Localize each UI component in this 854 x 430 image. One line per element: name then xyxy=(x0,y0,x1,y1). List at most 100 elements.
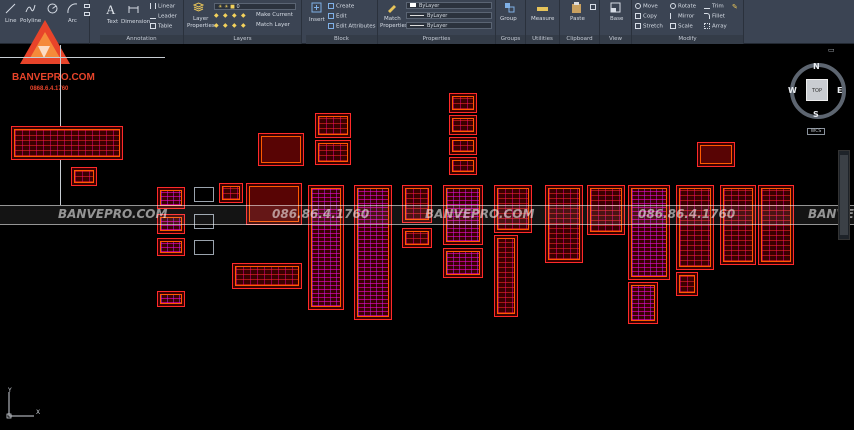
leader-icon xyxy=(150,13,156,19)
insert-label: Insert xyxy=(309,17,325,23)
annotation-panel-title[interactable]: Annotation xyxy=(100,35,183,44)
group-label: Group xyxy=(500,16,517,22)
mirror-tool[interactable]: Mirror xyxy=(670,13,694,20)
drawing-sheet[interactable] xyxy=(676,185,714,270)
layer-merge-icon[interactable]: ◆ xyxy=(241,22,246,29)
drawing-sheet[interactable] xyxy=(449,157,477,175)
crosshair-vertical xyxy=(60,45,61,205)
group-button[interactable]: Group xyxy=(498,2,522,32)
make-current-tool[interactable]: Make Current xyxy=(256,12,293,18)
drawing-sheet[interactable] xyxy=(315,113,351,138)
measure-button[interactable]: Measure xyxy=(528,2,558,32)
fillet-tool[interactable]: Fillet xyxy=(704,13,725,20)
table-tool[interactable]: Table xyxy=(150,23,172,30)
create-tool[interactable]: Create xyxy=(328,3,354,10)
layer-walk-icon[interactable]: ◆ xyxy=(232,22,237,29)
match-layer-label: Match Layer xyxy=(256,22,290,28)
stretch-tool[interactable]: Stretch xyxy=(635,23,663,30)
banvepro-logo-mark xyxy=(20,20,70,64)
insert-button[interactable]: Insert xyxy=(308,2,326,32)
ucs-x-label: X xyxy=(36,409,41,416)
layer-dropdown[interactable]: ☀ ☀ ■ 0 xyxy=(214,3,296,10)
layer-isolate-icon[interactable]: ◆ xyxy=(223,12,228,19)
drawing-sheet[interactable] xyxy=(628,185,670,280)
outline-sketch[interactable] xyxy=(194,187,214,202)
line-button[interactable]: Line xyxy=(3,3,19,27)
move-tool[interactable]: Move xyxy=(635,3,658,10)
linetype-dropdown[interactable]: ByLayer xyxy=(406,12,492,19)
viewcube-top-face[interactable]: TOP xyxy=(806,79,828,101)
drawing-sheet[interactable] xyxy=(758,185,794,265)
trim-tool[interactable]: Trim xyxy=(704,3,724,10)
edit-icon[interactable]: ✎ xyxy=(732,3,738,11)
base-button[interactable]: Base xyxy=(604,2,628,32)
layer-properties-button[interactable]: Layer Properties xyxy=(186,2,215,32)
layer-freeze-icon[interactable]: ◆ xyxy=(232,12,237,19)
drawing-sheet[interactable] xyxy=(157,291,185,307)
paste-button[interactable]: Paste xyxy=(566,2,590,32)
leader-tool[interactable]: Leader xyxy=(150,13,177,20)
layers-panel-title[interactable]: Layers xyxy=(184,35,301,44)
drawing-sheet[interactable] xyxy=(11,126,123,160)
close-icon[interactable]: ▭ xyxy=(828,46,835,54)
drawing-sheet[interactable] xyxy=(628,282,658,324)
rectangle-icon[interactable] xyxy=(84,4,90,8)
drawing-sheet[interactable] xyxy=(494,235,518,317)
compass-south[interactable]: S xyxy=(813,110,819,119)
drawing-sheet[interactable] xyxy=(697,142,735,167)
drawing-sheet[interactable] xyxy=(449,115,477,135)
rotate-icon xyxy=(670,3,676,9)
watermark-phone: 086.86.4.1760 xyxy=(638,207,736,221)
scale-tool[interactable]: Scale xyxy=(670,23,693,30)
drawing-sheet[interactable] xyxy=(402,228,432,248)
text-button[interactable]: A Text xyxy=(103,2,119,30)
drawing-sheet[interactable] xyxy=(71,167,97,186)
layer-off-icon[interactable]: ◆ xyxy=(214,12,219,19)
edit-tool[interactable]: Edit xyxy=(328,13,347,20)
compass-west[interactable]: W xyxy=(788,86,797,95)
groups-panel-title[interactable]: Groups xyxy=(496,35,525,44)
dimension-button[interactable]: Dimension xyxy=(120,2,150,30)
compass-north[interactable]: N xyxy=(813,62,820,71)
utilities-panel-title[interactable]: Utilities xyxy=(526,35,559,44)
modify-panel-title[interactable]: Modify xyxy=(632,35,743,44)
navigation-bar-handle[interactable] xyxy=(840,155,848,235)
edit-attributes-tool[interactable]: Edit Attributes xyxy=(328,23,376,30)
drawing-sheet[interactable] xyxy=(315,140,351,165)
layer-lock-icon[interactable]: ◆ xyxy=(241,12,246,19)
layer-match-icon[interactable]: ◆ xyxy=(214,22,219,29)
copy-clip-icon[interactable] xyxy=(590,4,596,10)
hatch-icon[interactable] xyxy=(84,12,90,16)
drawing-sheet[interactable] xyxy=(449,137,477,155)
drawing-sheet[interactable] xyxy=(449,93,477,113)
drawing-sheet[interactable] xyxy=(219,183,243,203)
outline-sketch[interactable] xyxy=(194,240,214,255)
copy-tool[interactable]: Copy xyxy=(635,13,657,20)
linear-label: Linear xyxy=(158,3,176,10)
layer-previous-icon[interactable]: ◆ xyxy=(223,22,228,29)
drawing-sheet[interactable] xyxy=(443,248,483,278)
linear-tool[interactable]: Linear xyxy=(150,3,175,10)
properties-panel-title[interactable]: Properties xyxy=(378,35,495,44)
match-properties-button[interactable]: Match Properties xyxy=(380,2,408,32)
base-label: Base xyxy=(610,16,624,22)
color-dropdown[interactable]: ByLayer xyxy=(406,2,492,9)
lineweight-swatch xyxy=(410,25,424,26)
layer-properties-label-bottom: Properties xyxy=(187,23,215,29)
drawing-sheet[interactable] xyxy=(720,185,756,265)
navigation-bar[interactable] xyxy=(838,150,850,240)
drawing-sheet[interactable] xyxy=(676,272,698,296)
match-layer-tool[interactable]: Match Layer xyxy=(256,22,290,28)
view-panel-title[interactable]: View xyxy=(600,35,631,44)
lineweight-dropdown[interactable]: ByLayer xyxy=(406,22,492,29)
array-tool[interactable]: Array xyxy=(704,23,727,30)
drawing-sheet[interactable] xyxy=(258,133,304,166)
wcs-menu[interactable]: WCS xyxy=(807,128,825,135)
clipboard-panel-title[interactable]: Clipboard xyxy=(560,35,599,44)
drawing-sheet[interactable] xyxy=(232,263,302,289)
rotate-tool[interactable]: Rotate xyxy=(670,3,696,10)
block-panel-title[interactable]: Block xyxy=(306,35,377,44)
drawing-sheet[interactable] xyxy=(157,238,185,256)
drawing-sheet[interactable] xyxy=(308,185,344,310)
compass-east[interactable]: E xyxy=(837,86,842,95)
